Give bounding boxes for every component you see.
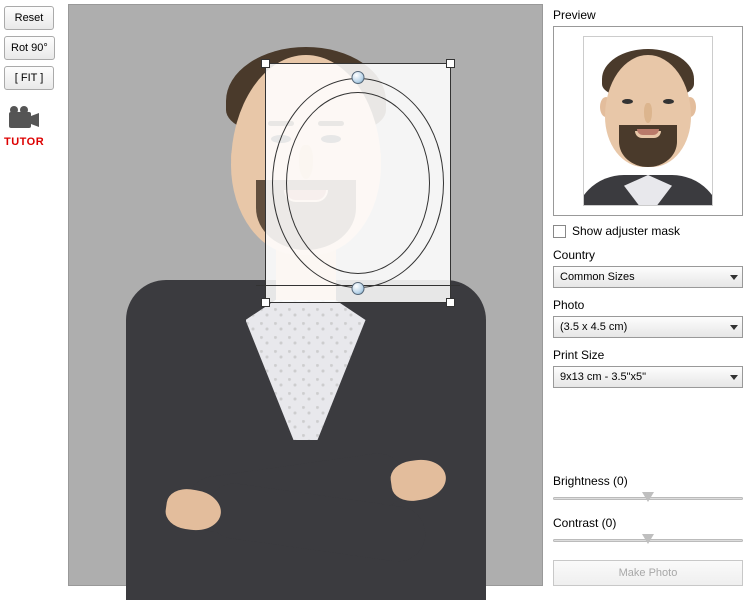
crop-adjuster[interactable] bbox=[265, 63, 451, 303]
contrast-label: Contrast (0) bbox=[553, 516, 743, 530]
chevron-down-icon bbox=[730, 375, 738, 380]
brightness-label: Brightness (0) bbox=[553, 474, 743, 488]
tutor-label: TUTOR bbox=[4, 136, 44, 148]
head-top-knob[interactable] bbox=[352, 71, 365, 84]
chin-knob[interactable] bbox=[352, 282, 365, 295]
contrast-slider[interactable] bbox=[553, 532, 743, 550]
print-size-select-value: 9x13 cm - 3.5"x5" bbox=[560, 371, 646, 383]
app-root: Reset Rot 90° [ FIT ] TUTOR bbox=[0, 0, 747, 590]
brightness-slider[interactable] bbox=[553, 490, 743, 508]
slider-thumb[interactable] bbox=[642, 534, 654, 544]
oval-guide-inner bbox=[286, 92, 430, 274]
show-adjuster-mask-label: Show adjuster mask bbox=[572, 224, 680, 238]
print-size-label: Print Size bbox=[553, 348, 743, 362]
slider-thumb[interactable] bbox=[642, 492, 654, 502]
resize-handle-bottom-right[interactable] bbox=[446, 298, 455, 307]
tutor-button[interactable]: TUTOR bbox=[4, 104, 44, 148]
left-toolbar: Reset Rot 90° [ FIT ] TUTOR bbox=[4, 4, 64, 586]
photo-size-select-value: (3.5 x 4.5 cm) bbox=[560, 321, 627, 333]
reset-button[interactable]: Reset bbox=[4, 6, 54, 30]
resize-handle-top-left[interactable] bbox=[261, 59, 270, 68]
show-adjuster-mask-checkbox[interactable]: Show adjuster mask bbox=[553, 224, 743, 238]
photo-size-select[interactable]: (3.5 x 4.5 cm) bbox=[553, 316, 743, 338]
preview-image bbox=[583, 36, 713, 206]
checkbox-icon bbox=[553, 225, 566, 238]
chevron-down-icon bbox=[730, 325, 738, 330]
resize-handle-top-right[interactable] bbox=[446, 59, 455, 68]
resize-handle-bottom-left[interactable] bbox=[261, 298, 270, 307]
country-select-value: Common Sizes bbox=[560, 271, 635, 283]
country-select[interactable]: Common Sizes bbox=[553, 266, 743, 288]
photo-label: Photo bbox=[553, 298, 743, 312]
fit-button[interactable]: [ FIT ] bbox=[4, 66, 54, 90]
preview-box bbox=[553, 26, 743, 216]
preview-label: Preview bbox=[553, 8, 743, 22]
editor-canvas[interactable] bbox=[68, 4, 543, 586]
print-size-select[interactable]: 9x13 cm - 3.5"x5" bbox=[553, 366, 743, 388]
make-photo-button: Make Photo bbox=[553, 560, 743, 586]
country-label: Country bbox=[553, 248, 743, 262]
rotate-90-button[interactable]: Rot 90° bbox=[4, 36, 55, 60]
chevron-down-icon bbox=[730, 275, 738, 280]
right-panel: Preview Show adjuster mask Country Commo… bbox=[543, 4, 743, 586]
camera-icon bbox=[6, 104, 42, 134]
